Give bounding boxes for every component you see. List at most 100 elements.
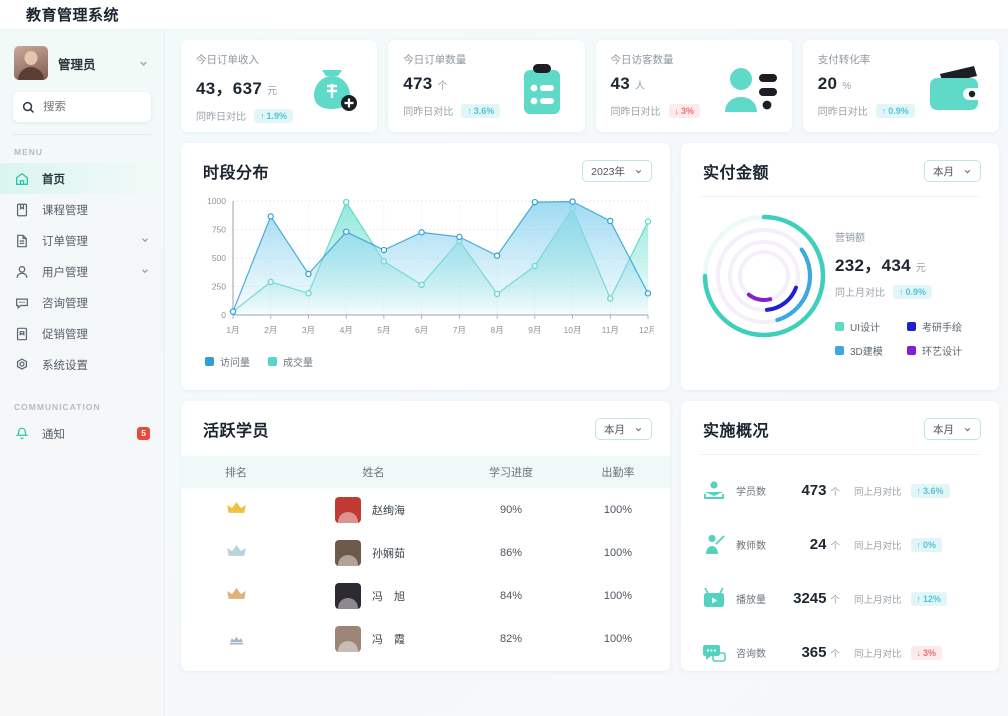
arrow-up-icon: ↑	[881, 105, 887, 116]
donut-legend: UI设计 考研手绘 3D建模 环艺设计	[835, 319, 983, 358]
donut-chart-wrap	[695, 207, 835, 358]
legend-swatch	[835, 322, 844, 331]
sidebar-item-label: 首页	[42, 173, 65, 186]
silver-crown-icon	[226, 544, 247, 566]
chevron-down-icon[interactable]	[140, 232, 150, 250]
sidebar-item-consult[interactable]: 咨询管理	[0, 287, 164, 318]
legend-label: 3D建模	[850, 347, 883, 358]
stat-value: 43	[610, 74, 631, 93]
legend-item-visits: 访问量	[205, 354, 250, 369]
avatar	[335, 582, 361, 609]
table-row[interactable]: 赵绚海 90% 100%	[181, 488, 670, 531]
overview-row-teachers: 教师数 24 个 同上月对比 ↑ 0%	[681, 523, 999, 566]
donut-body: 营销额 232，434 元 同上月对比 ↑ 0.9% UI设计 考研手绘 3D建…	[681, 197, 999, 358]
status-badge: ↑ 0.9%	[893, 284, 933, 299]
overview-value-group: 365 个	[778, 644, 840, 661]
stat-unit: 元	[267, 86, 278, 97]
overview-value-group: 24 个	[778, 536, 840, 553]
chevron-down-icon	[635, 169, 642, 173]
table-row[interactable]: 冯 霞 82% 100%	[181, 617, 670, 660]
stat-unit: 个	[437, 81, 448, 92]
selector-value: 本月	[933, 423, 954, 436]
student-name-cell: 冯 霞	[291, 617, 456, 660]
line-chart: 0 250 500 750 1000 1月 2月 3月 4月 5月 6月 7月 8月 9月 10月 11月 12…	[207, 196, 657, 335]
legend-item-deals: 成交量	[268, 354, 313, 369]
svg-text:5月: 5月	[377, 325, 390, 335]
status-badge: ↑ 3.6%	[461, 103, 501, 118]
sidebar-item-label: 通知	[42, 428, 65, 441]
status-badge: ↑ 3.6%	[910, 483, 950, 498]
table-row[interactable]: 孙娴茹 86% 100%	[181, 531, 670, 574]
sidebar-item-notification[interactable]: 通知 5	[0, 418, 164, 449]
stat-card-order-income[interactable]: 今日订单收入 43，637 元 同昨日对比 ↑ 1.9%	[181, 40, 378, 132]
delta-value: 0%	[923, 539, 937, 550]
sidebar-item-order[interactable]: 订单管理	[0, 225, 164, 256]
student-attendance: 100%	[603, 632, 633, 645]
delta-value: 3.6%	[473, 105, 495, 116]
teacher-icon	[701, 532, 727, 558]
search-box[interactable]	[13, 92, 151, 122]
user-profile[interactable]: 管理员	[0, 42, 164, 84]
student-rank	[181, 488, 291, 531]
svg-text:500: 500	[212, 253, 226, 263]
app-title: 教育管理系统	[26, 7, 120, 24]
panel-header: 活跃学员 本月	[181, 401, 670, 441]
student-rank	[181, 531, 291, 574]
overview-unit: 个	[830, 649, 840, 660]
legend-label: 成交量	[283, 358, 313, 369]
chevron-down-icon[interactable]	[140, 263, 150, 281]
sidebar-item-promotion[interactable]: 促销管理	[0, 318, 164, 349]
video-icon	[701, 586, 727, 612]
svg-text:0: 0	[221, 310, 226, 320]
table-header: 排名 姓名 学习进度 出勤率	[181, 456, 670, 488]
search-input[interactable]	[43, 101, 142, 113]
overview-label: 播放量	[736, 595, 766, 606]
sidebar-item-settings[interactable]: 系统设置	[0, 349, 164, 380]
notification-badge: 5	[137, 427, 150, 440]
panel-title: 时段分布	[203, 165, 270, 182]
sidebar-item-course[interactable]: 课程管理	[0, 194, 164, 225]
sidebar-item-user[interactable]: 用户管理	[0, 256, 164, 287]
student-name: 孙娴茹	[372, 547, 405, 560]
search-icon	[22, 101, 35, 113]
stat-card-order-count[interactable]: 今日订单数量 473 个 同昨日对比 ↑ 3.6%	[388, 40, 585, 132]
year-selector[interactable]: 2023年	[582, 160, 652, 182]
column-header-progress: 学习进度	[456, 456, 566, 488]
delta-value: 0.9%	[888, 105, 909, 116]
body-wrapper: 管理员 MENU 首页 课程管理	[0, 30, 1008, 716]
overview-value: 3245	[793, 590, 827, 607]
arrow-up-icon: ↑	[916, 539, 922, 550]
delta-value: 12%	[923, 593, 942, 604]
chat-icon	[14, 294, 31, 311]
sidebar-item-label: 系统设置	[42, 359, 88, 372]
compare-label: 同上月对比	[835, 288, 885, 299]
avatar	[335, 625, 361, 652]
sidebar: 管理员 MENU 首页 课程管理	[0, 30, 165, 716]
overview-unit: 个	[830, 541, 840, 552]
document-icon	[14, 232, 31, 249]
legend-label: 环艺设计	[922, 347, 962, 358]
legend-item-ui: UI设计	[835, 319, 907, 334]
student-name: 冯 旭	[372, 590, 405, 603]
sidebar-item-home[interactable]: 首页	[0, 163, 164, 194]
student-name-cell: 孙娴茹	[291, 531, 456, 574]
tag-icon	[14, 325, 31, 342]
student-progress: 90%	[499, 503, 523, 516]
legend-swatch	[835, 346, 844, 355]
students-table: 排名 姓名 学习进度 出勤率 赵绚海 90% 100% 孙娴茹 86% 100% 冯 旭 84…	[181, 456, 670, 660]
stat-card-conversion[interactable]: 支付转化率 20 % 同昨日对比 ↑ 0.9%	[802, 40, 999, 132]
delta-value: 3%	[923, 647, 937, 658]
overview-label: 学员数	[736, 487, 766, 498]
overview-value-group: 3245 个	[778, 590, 840, 607]
month-selector[interactable]: 本月	[595, 418, 652, 440]
month-selector[interactable]: 本月	[924, 160, 981, 182]
legend-swatch	[907, 346, 916, 355]
svg-text:750: 750	[212, 225, 226, 235]
chevron-down-icon[interactable]	[136, 56, 150, 70]
student-icon	[701, 478, 727, 504]
stat-card-visitors[interactable]: 今日访客数量 43 人 同昨日对比 ↓ 3%	[595, 40, 792, 132]
month-selector[interactable]: 本月	[924, 418, 981, 440]
svg-text:3月: 3月	[302, 325, 315, 335]
table-row[interactable]: 冯 旭 84% 100%	[181, 574, 670, 617]
active-students-panel: 活跃学员 本月 排名 姓名 学习进度 出勤率 赵绚海 90% 100% 孙娴茹 …	[181, 401, 670, 671]
